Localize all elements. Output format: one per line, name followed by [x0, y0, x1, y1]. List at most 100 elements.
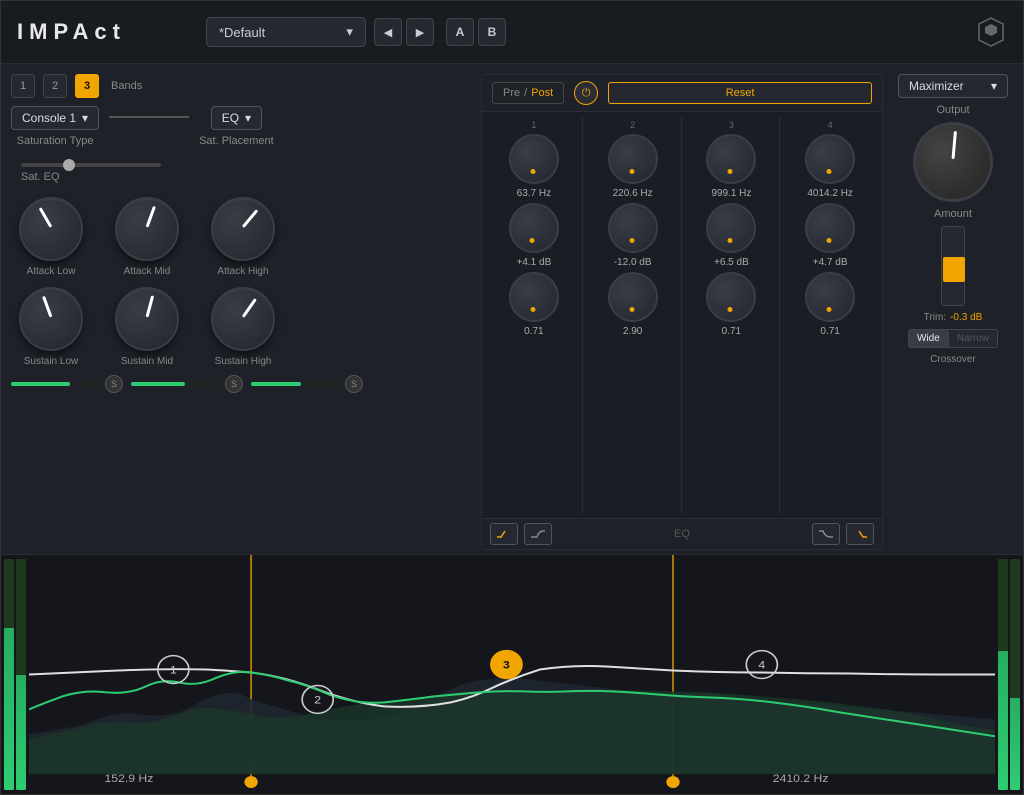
spectrum-canvas: 125 1000 8000 1 2 3: [29, 555, 995, 794]
attack-high-knob[interactable]: [211, 197, 275, 261]
band-slider-track-1[interactable]: [11, 382, 101, 386]
trim-value: -0.3 dB: [950, 312, 982, 323]
sustain-high-label: Sustain High: [215, 356, 272, 367]
output-knob[interactable]: [913, 122, 993, 202]
band-sliders-row: S S S: [11, 375, 471, 393]
svg-text:2: 2: [314, 694, 321, 706]
eq-footer: EQ: [482, 518, 882, 549]
eq-freq-knob-2[interactable]: [608, 134, 658, 184]
sustain-high-group: Sustain High: [203, 287, 283, 367]
band-btn-1[interactable]: 1: [11, 74, 35, 98]
solo-btn-2[interactable]: S: [225, 375, 243, 393]
app-title: IMPAct: [17, 19, 126, 45]
eq-band-4-num: 4: [828, 120, 833, 130]
saturation-type-label: Saturation Type: [17, 135, 94, 147]
eq-header: Pre / Post ⏻ Reset: [482, 75, 882, 112]
ab-buttons: A B: [446, 18, 506, 46]
sustain-mid-knob[interactable]: [115, 287, 179, 351]
amount-label: Amount: [934, 208, 972, 220]
pre-post-button[interactable]: Pre / Post: [492, 82, 564, 104]
eq-bands-container: 1 63.7 Hz +4.1 dB 0.71 2: [482, 112, 882, 518]
band-slider-2: S: [131, 375, 243, 393]
sustain-low-label: Sustain Low: [24, 356, 78, 367]
sat-placement-dropdown[interactable]: EQ ▾: [211, 106, 262, 130]
eq-q-3: 0.71: [722, 326, 741, 337]
sat-eq-handle[interactable]: [63, 159, 75, 171]
nav-next-button[interactable]: ▶: [406, 18, 434, 46]
spectrum-svg: 125 1000 8000 1 2 3: [29, 555, 995, 794]
svg-text:152.9 Hz: 152.9 Hz: [105, 773, 154, 785]
wide-button[interactable]: Wide: [909, 330, 948, 347]
eq-freq-1: 63.7 Hz: [517, 188, 551, 199]
nav-arrows: ◀ ▶: [374, 18, 434, 46]
solo-btn-3[interactable]: S: [345, 375, 363, 393]
eq-gain-knob-2[interactable]: [608, 203, 658, 253]
vu-meter-left: [1, 555, 29, 794]
bands-label: Bands: [111, 80, 142, 92]
vu-meter-right: [995, 555, 1023, 794]
attack-low-knob[interactable]: [19, 197, 83, 261]
app-container: IMPAct *Default ▾ ◀ ▶ A B 1 2 3 Bands: [0, 0, 1024, 795]
attack-mid-group: Attack Mid: [107, 197, 187, 277]
eq-q-2: 2.90: [623, 326, 642, 337]
eq-freq-knob-3[interactable]: [706, 134, 756, 184]
attack-mid-label: Attack Mid: [124, 266, 171, 277]
narrow-button[interactable]: Narrow: [949, 330, 997, 347]
output-label: Output: [936, 104, 969, 116]
sustain-high-knob[interactable]: [211, 287, 275, 351]
eq-gain-3: +6.5 dB: [714, 257, 749, 268]
eq-gain-knob-4[interactable]: [805, 203, 855, 253]
eq-high-cut-button[interactable]: [846, 523, 874, 545]
band-btn-3[interactable]: 3: [75, 74, 99, 98]
vu-bar-left-1: [4, 559, 14, 790]
band-btn-2[interactable]: 2: [43, 74, 67, 98]
eq-power-button[interactable]: ⏻: [574, 81, 598, 105]
solo-btn-1[interactable]: S: [105, 375, 123, 393]
eq-gain-knob-3[interactable]: [706, 203, 756, 253]
eq-band-1-num: 1: [531, 120, 536, 130]
sat-controls-row: Console 1 ▾ Saturation Type EQ ▾ Sat. Pl…: [11, 106, 471, 147]
trim-row: Trim: -0.3 dB: [924, 312, 983, 323]
saturation-type-dropdown[interactable]: Console 1 ▾: [11, 106, 99, 130]
vu-bar-right-1: [998, 559, 1008, 790]
eq-freq-knob-1[interactable]: [509, 134, 559, 184]
eq-freq-knob-4[interactable]: [805, 134, 855, 184]
band-slider-track-3[interactable]: [251, 382, 341, 386]
eq-high-shelf-button[interactable]: [812, 523, 840, 545]
header: IMPAct *Default ▾ ◀ ▶ A B: [1, 1, 1023, 64]
sustain-low-knob[interactable]: [19, 287, 83, 351]
eq-freq-2: 220.6 Hz: [613, 188, 653, 199]
eq-reset-button[interactable]: Reset: [608, 82, 872, 104]
band-slider-track-2[interactable]: [131, 382, 221, 386]
eq-q-knob-4[interactable]: [805, 272, 855, 322]
eq-center-label: EQ: [558, 528, 806, 540]
eq-q-1: 0.71: [524, 326, 543, 337]
left-panel: 1 2 3 Bands Console 1 ▾ Saturation Type: [11, 74, 471, 550]
eq-low-cut-button[interactable]: [490, 523, 518, 545]
sustain-knobs-row: Sustain Low Sustain Mid Sustain High: [11, 287, 471, 367]
attack-high-label: Attack High: [217, 266, 268, 277]
spectrum-analyzer: 125 1000 8000 1 2 3: [1, 554, 1023, 794]
eq-band-3: 3 999.1 Hz +6.5 dB 0.71: [684, 116, 781, 514]
maximizer-dropdown[interactable]: Maximizer ▾: [898, 74, 1008, 98]
nav-prev-button[interactable]: ◀: [374, 18, 402, 46]
trim-slider[interactable]: [941, 226, 965, 306]
bands-row: 1 2 3 Bands: [11, 74, 471, 98]
eq-gain-4: +4.7 dB: [813, 257, 848, 268]
sat-placement-label: Sat. Placement: [199, 135, 274, 147]
sat-eq-slider[interactable]: [21, 163, 161, 167]
trim-slider-fill: [943, 257, 965, 282]
eq-q-knob-3[interactable]: [706, 272, 756, 322]
separator-line: [109, 116, 189, 118]
eq-q-knob-2[interactable]: [608, 272, 658, 322]
attack-mid-knob[interactable]: [115, 197, 179, 261]
preset-dropdown[interactable]: *Default ▾: [206, 17, 366, 47]
eq-low-shelf-button[interactable]: [524, 523, 552, 545]
band-slider-fill-3: [251, 382, 301, 386]
attack-knobs-row: Attack Low Attack Mid Attack High: [11, 197, 471, 277]
eq-gain-2: -12.0 dB: [614, 257, 652, 268]
eq-gain-knob-1[interactable]: [509, 203, 559, 253]
eq-q-knob-1[interactable]: [509, 272, 559, 322]
b-button[interactable]: B: [478, 18, 506, 46]
a-button[interactable]: A: [446, 18, 474, 46]
